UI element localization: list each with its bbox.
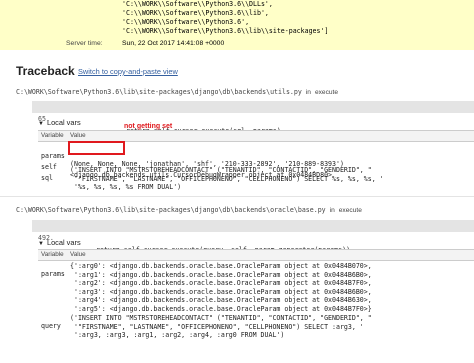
table-row: query ('INSERT INTO "MSTRSTOREHEADCONTAC… (38, 314, 474, 340)
frame-file-path: C:\WORK\Software\Python3.6\lib\site-pack… (16, 206, 362, 214)
sys-path-line: 'C:\\WORK\\Software\\Python3.6\\lib', (122, 9, 269, 17)
var-name: sql (41, 174, 53, 183)
var-value-line: {':arg0': <django.db.backends.oracle.bas… (70, 262, 372, 270)
var-value-line: '"FIRSTNAME", "LASTNAME", "OFFICEPHONENO… (70, 174, 384, 183)
frame-code-line[interactable]: 492. return self.cursor.execute(query, s… (32, 220, 474, 254)
highlight-box (68, 141, 125, 155)
col-variable: Variable (41, 132, 64, 139)
divider (0, 196, 474, 197)
frame-file-path: C:\WORK\Software\Python3.6\lib\site-pack… (16, 88, 339, 96)
local-vars-toggle[interactable]: ▼ Local vars (38, 238, 81, 247)
col-value: Value (70, 132, 86, 139)
triangle-down-icon: ▼ (38, 121, 44, 127)
table-row: sql ('INSERT INTO "MSTRSTOREHEADCONTACT"… (38, 166, 474, 192)
var-value-line: ':arg3': <django.db.backends.oracle.base… (70, 287, 372, 296)
sys-path-line: 'C:\\WORK\\Software\\Python3.6', (122, 18, 250, 26)
traceback-section: Traceback Switch to copy-and-paste view … (0, 50, 474, 349)
var-value-line: '%s, %s, %s, %s FROM DUAL') (70, 183, 182, 191)
frame-code-line[interactable]: 65. return self.cursor.execute(sql, para… (32, 101, 474, 135)
table-row: params {':arg0': <django.db.backends.ora… (38, 262, 474, 313)
server-time-label: Server time: (66, 40, 103, 47)
var-value-line: ('INSERT INTO "MSTRSTOREHEADCONTACT" ("T… (70, 314, 372, 322)
col-value: Value (70, 251, 86, 258)
var-value-line: ':arg4': <django.db.backends.oracle.base… (70, 296, 372, 304)
var-value-line: ':arg5': <django.db.backends.oracle.base… (70, 304, 372, 313)
var-value-line: ':arg1': <django.db.backends.oracle.base… (70, 270, 372, 279)
var-value-line: ('INSERT INTO "MSTRSTOREHEADCONTACT" ("T… (70, 166, 372, 174)
var-value-line: ':arg3, :arg3, :arg1, :arg2, :arg4, :arg… (70, 331, 285, 339)
col-variable: Variable (41, 251, 64, 258)
var-value-line: '"FIRSTNAME", "LASTNAME", "OFFICEPHONENO… (70, 322, 364, 331)
var-name: params (41, 270, 65, 279)
vars-table-header: Variable Value (38, 249, 474, 261)
traceback-heading: Traceback (16, 64, 75, 78)
var-value-line: ':arg2': <django.db.backends.oracle.base… (70, 279, 372, 287)
triangle-down-icon: ▼ (38, 241, 44, 247)
request-meta-panel: 'C:\\WORK\\Software\\Python3.6\\DLLs', '… (0, 0, 474, 51)
copy-paste-view-link[interactable]: Switch to copy-and-paste view (78, 67, 178, 76)
var-name: query (41, 322, 61, 331)
annotation-text: not getting set (124, 123, 173, 130)
sys-path-line: 'C:\\WORK\\Software\\Python3.6\\DLLs', (122, 0, 273, 8)
local-vars-toggle[interactable]: ▼ Local vars (38, 118, 81, 127)
sys-path-line: 'C:\\WORK\\Software\\Python3.6\\lib\\sit… (122, 27, 329, 35)
table-row: self <django.db.backends.utils.CursorDeb… (38, 155, 474, 179)
server-time-value: Sun, 22 Oct 2017 14:41:08 +0000 (122, 40, 225, 47)
